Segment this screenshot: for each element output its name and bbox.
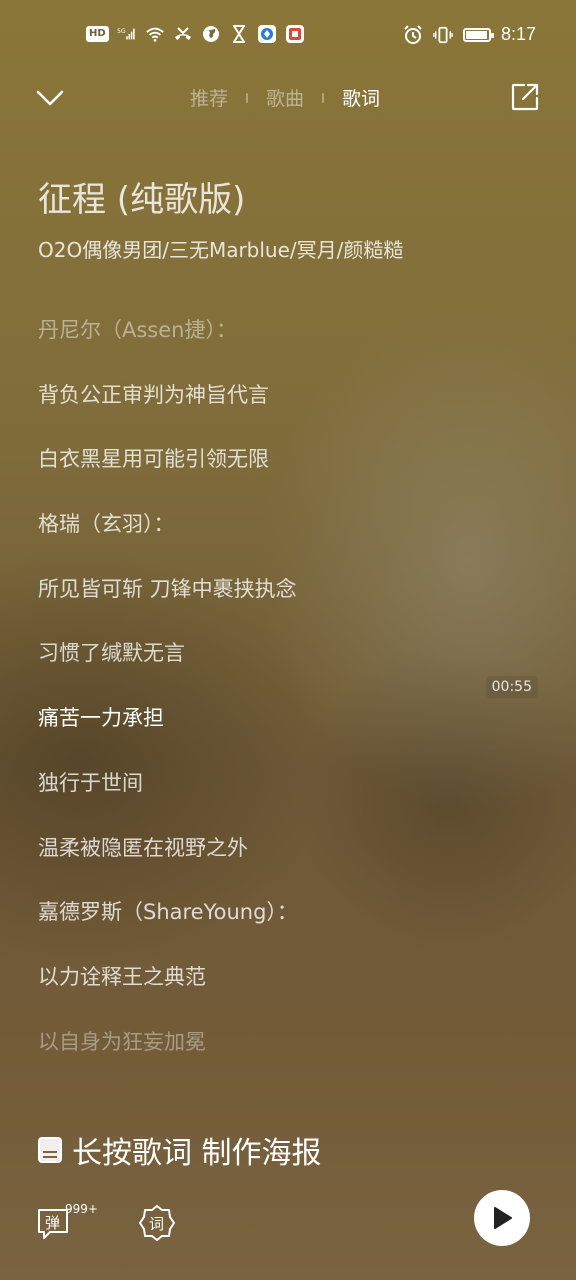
- tab-divider: [246, 92, 249, 103]
- status-bar: HD 5G 8:17: [0, 0, 576, 72]
- lyric-line[interactable]: 温柔被隐匿在视野之外: [38, 830, 538, 895]
- status-icons-right: 8:17: [403, 24, 536, 45]
- wifi-icon: [145, 24, 165, 44]
- danmu-count-badge: 999+: [65, 1202, 98, 1216]
- lyric-line[interactable]: 白衣黑星用可能引领无限: [38, 441, 538, 506]
- bottom-controls: 弹 999+ 词: [0, 1190, 576, 1250]
- chevron-down-icon: [36, 90, 64, 106]
- hourglass-icon: [229, 24, 249, 44]
- battery-icon: [462, 27, 494, 42]
- song-title: 征程 (纯歌版): [38, 180, 246, 220]
- lyrics-list[interactable]: 丹尼尔（Assen捷）： 背负公正审判为神旨代言 白衣黑星用可能引领无限 格瑞（玄羽）…: [38, 312, 538, 1088]
- tab-bar: 推荐 歌曲 歌词: [188, 84, 382, 111]
- tab-divider: [322, 92, 325, 103]
- make-poster-label: 长按歌词 制作海报: [72, 1136, 322, 1171]
- lyric-timestamp[interactable]: 00:55: [485, 676, 538, 698]
- hd-icon: HD: [86, 26, 109, 42]
- globe-icon: [201, 24, 221, 44]
- share-icon: [511, 83, 539, 111]
- lyric-line[interactable]: 所见皆可斩 刀锋中裹挟执念: [38, 571, 538, 636]
- lyric-line[interactable]: 丹尼尔（Assen捷）：: [38, 312, 538, 377]
- red-app-icon: [285, 24, 305, 44]
- share-button[interactable]: [510, 82, 540, 112]
- tab-song[interactable]: 歌曲: [264, 84, 306, 111]
- song-artist[interactable]: O2O偶像男团/三无Marblue/冥月/颜糙糙: [38, 234, 403, 263]
- play-button[interactable]: [474, 1190, 530, 1246]
- battery-level: [465, 30, 487, 39]
- alarm-icon: [403, 24, 423, 45]
- lyric-line[interactable]: 格瑞（玄羽）：: [38, 506, 538, 571]
- lyric-line[interactable]: 习惯了缄默无言: [38, 635, 538, 700]
- lyric-line[interactable]: 以力诠释王之典范: [38, 959, 538, 1024]
- lyric-label: 词: [149, 1215, 165, 1233]
- status-icons-left: HD 5G: [86, 24, 305, 44]
- missed-call-icon: [173, 24, 193, 44]
- lyric-effect-button[interactable]: 词: [138, 1204, 176, 1242]
- lyric-line[interactable]: 以自身为狂妄加冕: [38, 1024, 538, 1089]
- danmu-label: 弹: [45, 1214, 61, 1232]
- 5g-signal-icon: 5G: [117, 24, 137, 44]
- vibrate-icon: [433, 25, 453, 45]
- play-icon: [494, 1207, 512, 1229]
- top-navigation: 推荐 歌曲 歌词: [0, 78, 576, 118]
- collapse-button[interactable]: [34, 82, 66, 114]
- tab-lyrics[interactable]: 歌词: [340, 84, 382, 111]
- tab-recommend[interactable]: 推荐: [188, 84, 230, 111]
- lyric-line-current[interactable]: 痛苦一力承担: [38, 700, 538, 765]
- svg-text:5G: 5G: [117, 28, 126, 35]
- poster-icon: [38, 1137, 62, 1163]
- lyric-line[interactable]: 背负公正审判为神旨代言: [38, 377, 538, 442]
- lyric-line[interactable]: 嘉德罗斯（ShareYoung）：: [38, 894, 538, 959]
- clock-time: 8:17: [500, 24, 536, 44]
- make-poster-hint[interactable]: 长按歌词 制作海报: [38, 1128, 322, 1172]
- browser-app-icon: [257, 24, 277, 44]
- lyric-line[interactable]: 独行于世间: [38, 765, 538, 830]
